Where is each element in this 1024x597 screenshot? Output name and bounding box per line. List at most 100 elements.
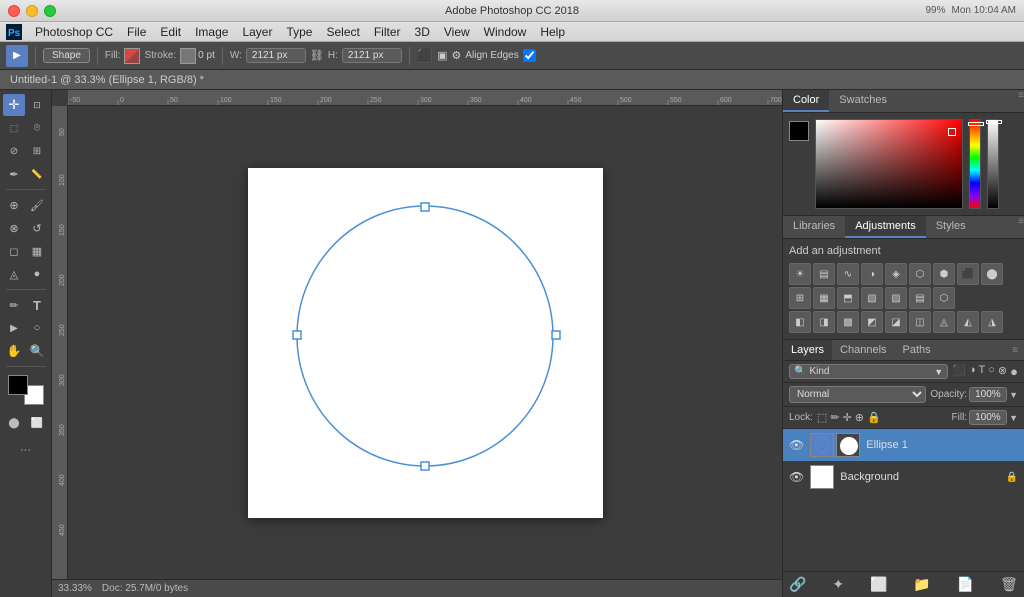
adj-exposure[interactable]: ◑: [861, 263, 883, 285]
adj-extra8[interactable]: ◭: [957, 311, 979, 333]
blur-tool[interactable]: ◬: [3, 263, 25, 285]
menu-layer[interactable]: Layer: [235, 23, 279, 41]
clone-stamp-tool[interactable]: ⊗: [3, 217, 25, 239]
move-tool[interactable]: ✛: [3, 94, 25, 116]
layers-panel-menu[interactable]: ≡: [1012, 345, 1018, 356]
align-left-icon[interactable]: ⬛: [417, 48, 433, 64]
layer-item-background[interactable]: 👁 Background 🔒: [783, 461, 1024, 493]
adj-hue[interactable]: ⬡: [909, 263, 931, 285]
tab-color[interactable]: Color: [783, 90, 829, 112]
settings-icon[interactable]: ⚙: [451, 49, 461, 62]
link-dimensions-icon[interactable]: ⛓: [310, 49, 324, 62]
new-group-icon[interactable]: 📁: [913, 576, 930, 593]
filter-toggle-icon[interactable]: ●: [1010, 364, 1018, 379]
menu-select[interactable]: Select: [319, 23, 366, 41]
menu-3d[interactable]: 3D: [408, 23, 437, 41]
adj-extra2[interactable]: ◨: [813, 311, 835, 333]
adj-channel-mixer[interactable]: ⊞: [789, 287, 811, 309]
filter-pixel-icon[interactable]: ⬛: [952, 364, 966, 379]
anchor-left[interactable]: [293, 331, 301, 339]
history-brush-tool[interactable]: ↺: [26, 217, 48, 239]
anchor-top[interactable]: [421, 203, 429, 211]
adj-threshold[interactable]: ▨: [885, 287, 907, 309]
marquee-tool[interactable]: ⬚: [3, 117, 25, 139]
canvas-document[interactable]: [248, 168, 603, 518]
menu-photoshop[interactable]: Photoshop CC: [28, 23, 120, 41]
adj-extra4[interactable]: ◩: [861, 311, 883, 333]
adj-brightness[interactable]: ☀: [789, 263, 811, 285]
menu-file[interactable]: File: [120, 23, 153, 41]
ruler-tool[interactable]: 📏: [26, 163, 48, 185]
tab-layers[interactable]: Layers: [783, 340, 832, 360]
layer-filter-type[interactable]: 🔍 Kind ▼: [789, 364, 948, 379]
stroke-control[interactable]: 0 pt: [180, 48, 215, 64]
more-tools-icon[interactable]: ···: [15, 439, 37, 461]
adj-photo-filter[interactable]: ⬤: [981, 263, 1003, 285]
tab-channels[interactable]: Channels: [832, 340, 894, 360]
adj-extra7[interactable]: ◬: [933, 311, 955, 333]
maximize-button[interactable]: [44, 5, 56, 17]
adj-levels[interactable]: ▤: [813, 263, 835, 285]
adj-color-balance[interactable]: ⬢: [933, 263, 955, 285]
menu-type[interactable]: Type: [279, 23, 319, 41]
eraser-tool[interactable]: ◻: [3, 240, 25, 262]
tab-paths[interactable]: Paths: [895, 340, 939, 360]
adj-black-white[interactable]: ⬛: [957, 263, 979, 285]
dodge-tool[interactable]: ●: [26, 263, 48, 285]
fill-control[interactable]: [124, 48, 140, 64]
tab-styles[interactable]: Styles: [926, 216, 976, 238]
crop-tool[interactable]: ⊞: [26, 140, 48, 162]
adj-color-lookup[interactable]: ▦: [813, 287, 835, 309]
anchor-bottom[interactable]: [421, 462, 429, 470]
adj-invert[interactable]: ⬒: [837, 287, 859, 309]
menu-edit[interactable]: Edit: [153, 23, 188, 41]
adj-extra1[interactable]: ◧: [789, 311, 811, 333]
adj-extra3[interactable]: ▩: [837, 311, 859, 333]
artboard-tool[interactable]: ⊡: [26, 94, 48, 116]
adj-extra6[interactable]: ◫: [909, 311, 931, 333]
lock-position-icon[interactable]: ✛: [843, 411, 852, 424]
tab-adjustments[interactable]: Adjustments: [845, 216, 926, 238]
anchor-right[interactable]: [552, 331, 560, 339]
fill-dropdown-icon[interactable]: ▼: [1009, 413, 1018, 423]
link-layers-icon[interactable]: 🔗: [789, 576, 806, 593]
adj-gradient-map[interactable]: ▤: [909, 287, 931, 309]
menu-view[interactable]: View: [437, 23, 477, 41]
menu-help[interactable]: Help: [533, 23, 572, 41]
foreground-color-swatch[interactable]: [8, 375, 28, 395]
fill-input[interactable]: [969, 410, 1007, 425]
adj-extra9[interactable]: ◮: [981, 311, 1003, 333]
delete-layer-icon[interactable]: 🗑: [1000, 576, 1018, 593]
color-preview-swatch[interactable]: [789, 121, 809, 141]
tab-libraries[interactable]: Libraries: [783, 216, 845, 238]
lock-pixels-icon[interactable]: ✏: [830, 411, 839, 424]
quick-select-tool[interactable]: ⊘: [3, 140, 25, 162]
adj-extra5[interactable]: ◪: [885, 311, 907, 333]
stroke-swatch[interactable]: [180, 48, 196, 64]
add-mask-icon[interactable]: ⬜: [870, 576, 887, 593]
adj-selective-color[interactable]: ⬡: [933, 287, 955, 309]
zoom-tool[interactable]: 🔍: [26, 340, 48, 362]
layer-visibility-ellipse[interactable]: 👁: [789, 438, 804, 452]
hue-selector[interactable]: [968, 122, 984, 126]
shape-tool[interactable]: ○: [26, 317, 48, 339]
close-button[interactable]: [8, 5, 20, 17]
eyedropper-tool[interactable]: ✒: [3, 163, 25, 185]
healing-tool[interactable]: ⊕: [3, 194, 25, 216]
height-input[interactable]: [342, 48, 402, 63]
filter-type-icon[interactable]: T: [979, 364, 986, 379]
brush-tool[interactable]: 🖌: [26, 194, 48, 216]
gradient-tool[interactable]: ▦: [26, 240, 48, 262]
pen-tool[interactable]: ✏: [3, 294, 25, 316]
tool-selector[interactable]: ▶: [6, 45, 28, 67]
lasso-tool[interactable]: ⌾: [26, 117, 48, 139]
opacity-selector[interactable]: [986, 120, 1002, 124]
adj-panel-menu[interactable]: ≡: [1018, 216, 1024, 238]
traffic-lights[interactable]: [8, 5, 56, 17]
shape-selector[interactable]: Shape: [43, 48, 90, 63]
quick-mask-icon[interactable]: ⬤: [3, 412, 25, 434]
filter-dropdown-icon[interactable]: ▼: [934, 367, 943, 377]
hand-tool[interactable]: ✋: [3, 340, 25, 362]
align-center-icon[interactable]: ▣: [437, 49, 447, 62]
lock-artboards-icon[interactable]: ⊕: [855, 411, 864, 424]
